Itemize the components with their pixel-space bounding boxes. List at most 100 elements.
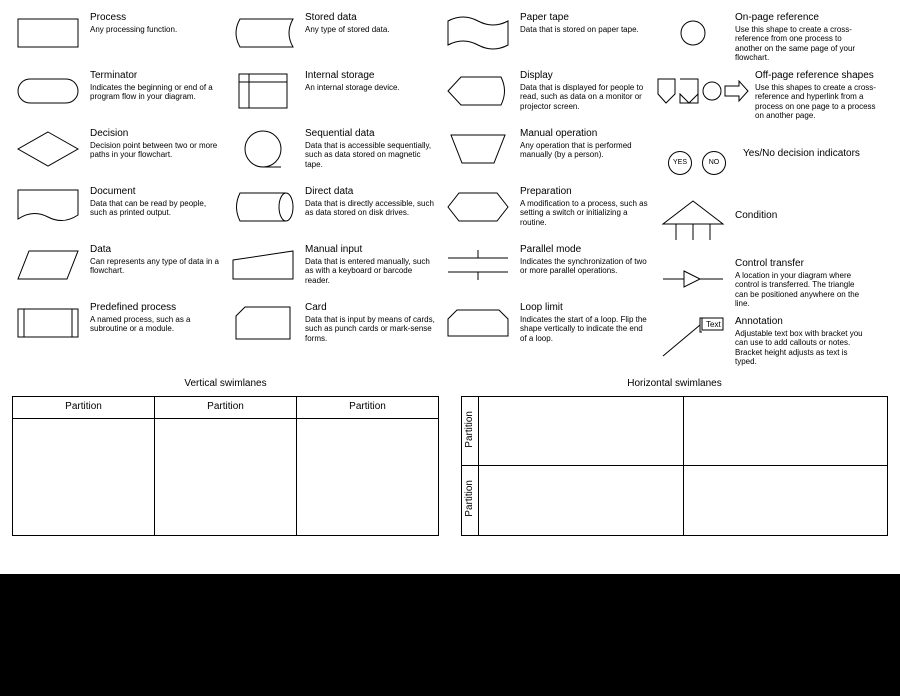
column-3: Paper tapeData that is stored on paper t… (442, 10, 657, 372)
shape-title: Condition (735, 200, 887, 222)
document-icon (12, 184, 84, 230)
shape-title: Decision (90, 128, 227, 140)
shape-title: Manual operation (520, 128, 657, 140)
column-1: ProcessAny processing function. Terminat… (12, 10, 227, 372)
partition-header: Partition (155, 396, 297, 418)
shape-desc: Any operation that is performed manually… (520, 141, 650, 160)
shape-desc: Data that is stored on paper tape. (520, 25, 650, 35)
shape-desc: Data that can be read by people, such as… (90, 199, 220, 218)
prep-icon (442, 184, 514, 230)
shape-desc: Any processing function. (90, 25, 220, 35)
partition-cell (155, 418, 297, 535)
shape-desc: Use this shape to create a cross-referen… (735, 25, 865, 63)
shape-title: Stored data (305, 12, 442, 24)
shape-data: DataCan represents any type of data in a… (12, 242, 227, 300)
stored-icon (227, 10, 299, 56)
yes-indicator: YES (668, 151, 692, 175)
shape-desc: A modification to a process, such as set… (520, 199, 650, 228)
loop-icon (442, 300, 514, 346)
shape-document: DocumentData that can be read by people,… (12, 184, 227, 242)
annotation-icon: Text (657, 314, 729, 360)
shape-title: Sequential data (305, 128, 442, 140)
shape-onpage: On-page referenceUse this shape to creat… (657, 10, 887, 68)
shape-parallel: Parallel modeIndicates the synchronizati… (442, 242, 657, 300)
partition-header: Partition (297, 396, 439, 418)
partition-cell (683, 396, 887, 466)
shape-desc: Data that is accessible sequentially, su… (305, 141, 435, 170)
partition-cell (683, 466, 887, 536)
shape-title: Off-page reference shapes (755, 70, 887, 82)
internal-icon (227, 68, 299, 114)
paper-icon (442, 10, 514, 56)
flowchart-symbols-reference: ProcessAny processing function. Terminat… (0, 0, 900, 696)
shape-annotation: Text AnnotationAdjustable text box with … (657, 314, 887, 372)
horizontal-swimlane-table: Partition Partition (461, 396, 888, 536)
display-icon (442, 68, 514, 114)
shape-desc: Indicates the synchronization of two or … (520, 257, 650, 276)
shape-display: DisplayData that is displayed for people… (442, 68, 657, 126)
shapes-grid: ProcessAny processing function. Terminat… (0, 0, 900, 372)
shape-title: Paper tape (520, 12, 657, 24)
shape-paper: Paper tapeData that is stored on paper t… (442, 10, 657, 68)
partition-cell (479, 466, 683, 536)
shape-internal: Internal storageAn internal storage devi… (227, 68, 442, 126)
shape-stored: Stored dataAny type of stored data. (227, 10, 442, 68)
process-icon (12, 10, 84, 56)
shape-desc: Adjustable text box with bracket you can… (735, 329, 865, 367)
shape-decision: DecisionDecision point between two or mo… (12, 126, 227, 184)
shape-title: Parallel mode (520, 244, 657, 256)
terminator-icon (12, 68, 84, 114)
partition-header: Partition (462, 396, 479, 466)
parallel-icon (442, 242, 514, 288)
shape-loop: Loop limitIndicates the start of a loop.… (442, 300, 657, 358)
shape-desc: A location in your diagram where control… (735, 271, 865, 309)
manualin-icon (227, 242, 299, 288)
shape-desc: Data that is displayed for people to rea… (520, 83, 650, 112)
horizontal-swimlanes: Horizontal swimlanes Partition Partition (461, 378, 888, 536)
vertical-swimlanes: Vertical swimlanes Partition Partition P… (12, 378, 439, 536)
shape-condition: Condition (657, 198, 887, 256)
direct-icon (227, 184, 299, 230)
shape-desc: Use this shapes to create a cross-refere… (755, 83, 885, 121)
shape-title: Yes/No decision indicators (743, 142, 887, 160)
manualop-icon (442, 126, 514, 172)
decision-icon (12, 126, 84, 172)
shape-manualop: Manual operationAny operation that is pe… (442, 126, 657, 184)
shape-direct: Direct dataData that is directly accessi… (227, 184, 442, 242)
shape-title: Card (305, 302, 442, 314)
shape-desc: Can represents any type of data in a flo… (90, 257, 220, 276)
shape-offpage: Off-page reference shapesUse this shapes… (657, 68, 887, 140)
partition-header: Partition (13, 396, 155, 418)
partition-cell (479, 396, 683, 466)
offpage-icon (657, 68, 749, 114)
shape-desc: Data that is directly accessible, such a… (305, 199, 435, 218)
shape-title: Manual input (305, 244, 442, 256)
column-2: Stored dataAny type of stored data. Inte… (227, 10, 442, 372)
shape-transfer: Control transferA location in your diagr… (657, 256, 887, 314)
shape-sequential: Sequential dataData that is accessible s… (227, 126, 442, 184)
shape-desc: Data that is entered manually, such as w… (305, 257, 435, 286)
partition-cell (13, 418, 155, 535)
predefined-icon (12, 300, 84, 346)
shape-terminator: TerminatorIndicates the beginning or end… (12, 68, 227, 126)
sequential-icon (227, 126, 299, 172)
condition-icon (657, 198, 729, 244)
shape-desc: Data that is input by means of cards, su… (305, 315, 435, 344)
yesno-icon: YES NO (657, 140, 737, 186)
shape-desc: An internal storage device. (305, 83, 435, 93)
partition-cell (297, 418, 439, 535)
annotation-box-text: Text (706, 320, 721, 329)
vertical-swimlane-table: Partition Partition Partition (12, 396, 439, 536)
partition-header: Partition (462, 466, 479, 536)
transfer-icon (657, 256, 729, 302)
card-icon (227, 300, 299, 346)
bottom-black-bar (0, 574, 900, 696)
shape-title: Direct data (305, 186, 442, 198)
swimlane-title: Horizontal swimlanes (461, 378, 888, 390)
shape-title: Control transfer (735, 258, 887, 270)
shape-desc: Indicates the beginning or end of a prog… (90, 83, 220, 102)
shape-desc: Indicates the start of a loop. Flip the … (520, 315, 650, 344)
shape-title: Process (90, 12, 227, 24)
shape-title: Predefined process (90, 302, 227, 314)
shape-desc: A named process, such as a subroutine or… (90, 315, 220, 334)
